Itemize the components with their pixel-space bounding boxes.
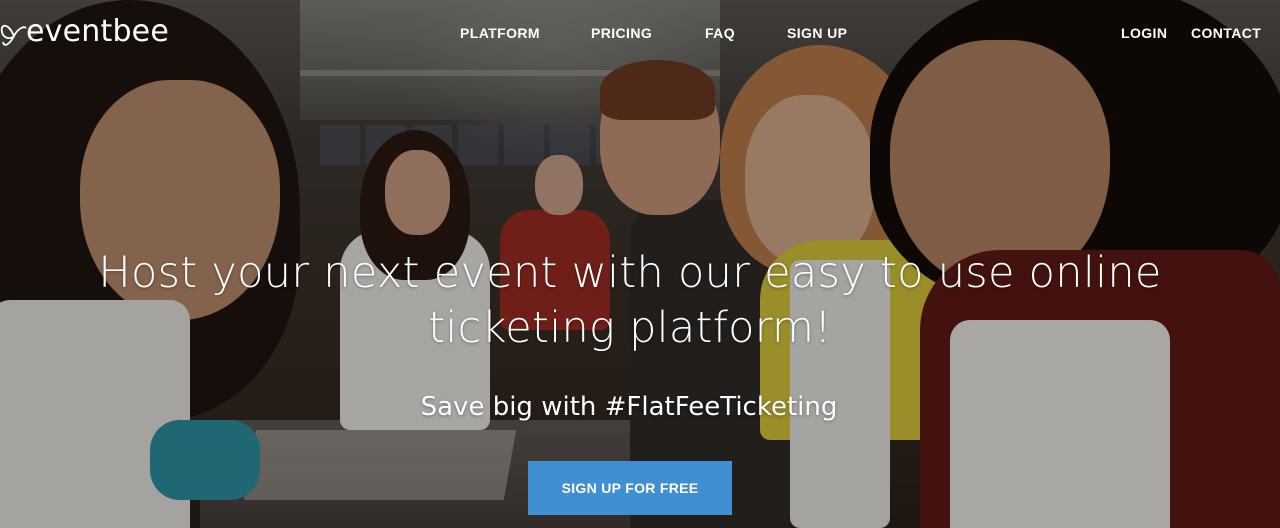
- nav-faq-link[interactable]: FAQ: [705, 25, 735, 41]
- nav-login-link[interactable]: LOGIN: [1121, 25, 1167, 41]
- signup-for-free-button[interactable]: SIGN UP FOR FREE: [528, 461, 732, 515]
- nav-signup-link[interactable]: SIGN UP: [787, 25, 847, 41]
- hero-headline-line1: Host your next event with our easy to us…: [98, 248, 1162, 298]
- nav-pricing-link[interactable]: PRICING: [591, 25, 652, 41]
- logo-text: eventbee: [26, 14, 170, 49]
- eventbee-logo[interactable]: eventbee: [0, 12, 169, 52]
- hero-section: eventbee PLATFORM PRICING FAQ SIGN UP LO…: [0, 0, 1280, 528]
- hero-subheadline: Save big with #FlatFeeTicketing: [420, 392, 838, 422]
- hero-headline-line2: ticketing platform!: [428, 303, 832, 353]
- hero-headline: Host your next event with our easy to us…: [0, 246, 1260, 356]
- nav-platform-link[interactable]: PLATFORM: [460, 25, 540, 41]
- butterfly-logo-icon: [0, 14, 28, 50]
- nav-contact-link[interactable]: CONTACT: [1191, 25, 1261, 41]
